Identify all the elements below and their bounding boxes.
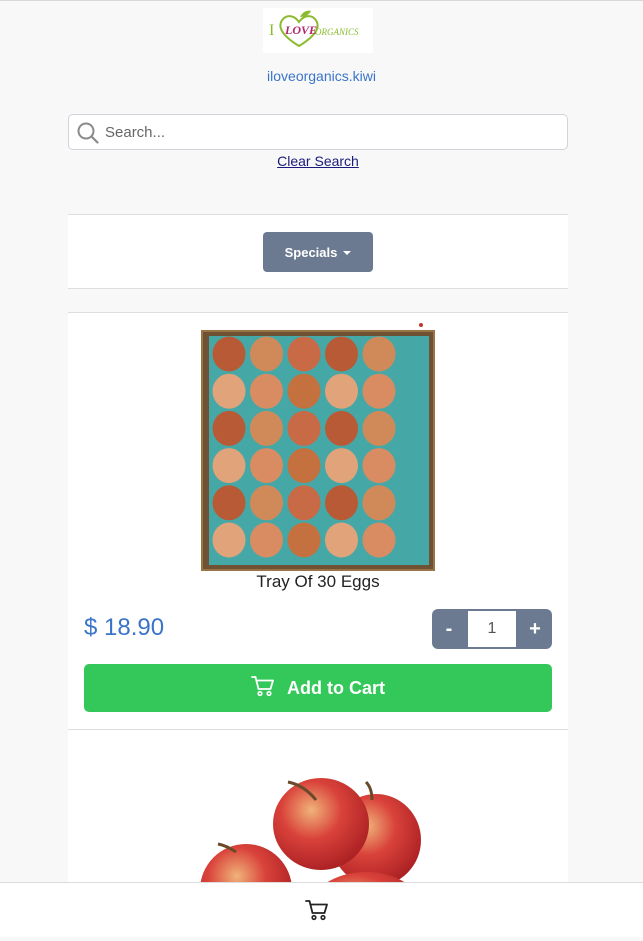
egg	[325, 373, 358, 409]
category-section: Specials	[68, 214, 568, 289]
caret-down-icon	[343, 250, 352, 255]
search-icon	[77, 122, 99, 144]
search-input[interactable]	[105, 115, 555, 149]
egg	[212, 522, 246, 558]
egg	[287, 373, 321, 409]
bottom-nav-bar	[0, 882, 643, 937]
category-dropdown-label: Specials	[284, 244, 338, 260]
egg	[212, 410, 246, 446]
category-dropdown-button[interactable]: Specials	[263, 232, 373, 272]
egg	[287, 522, 321, 558]
svg-text:I: I	[269, 22, 274, 39]
quantity-input[interactable]	[468, 611, 516, 647]
egg	[362, 522, 396, 558]
egg	[212, 485, 246, 521]
egg	[362, 410, 396, 446]
egg	[287, 410, 321, 446]
egg	[250, 448, 283, 484]
egg	[362, 373, 396, 409]
egg	[250, 485, 283, 521]
egg	[287, 485, 321, 521]
cart-icon	[251, 675, 275, 702]
svg-text:LOVE: LOVE	[284, 23, 317, 37]
egg	[287, 448, 321, 484]
egg	[325, 336, 358, 372]
egg	[325, 410, 358, 446]
egg	[362, 336, 396, 372]
indicator-dot	[419, 323, 423, 327]
quantity-stepper: - +	[432, 609, 552, 649]
egg	[250, 373, 283, 409]
egg	[325, 485, 358, 521]
quantity-increase-button[interactable]: +	[518, 609, 552, 649]
product-name: Tray Of 30 Eggs	[256, 572, 380, 591]
add-to-cart-button[interactable]: Add to Cart	[84, 664, 552, 712]
add-to-cart-label: Add to Cart	[287, 677, 385, 698]
egg	[212, 448, 246, 484]
egg	[325, 522, 358, 558]
site-link[interactable]: iloveorganics.kiwi	[0, 68, 643, 84]
product-card: Tray Of 30 Eggs $ 18.90 - + Add to Cart	[68, 312, 568, 730]
cart-icon[interactable]	[305, 899, 329, 923]
product-image-eggs[interactable]	[201, 330, 435, 571]
product-price: $ 18.90	[84, 614, 165, 641]
search-box[interactable]	[68, 114, 568, 150]
site-logo[interactable]: I LOVE ORGANICS	[263, 8, 373, 53]
quantity-decrease-button[interactable]: -	[432, 609, 466, 649]
egg	[212, 336, 246, 372]
egg	[250, 410, 283, 446]
egg	[250, 522, 283, 558]
svg-text:ORGANICS: ORGANICS	[315, 27, 359, 37]
egg	[287, 336, 321, 372]
egg	[362, 448, 396, 484]
egg	[250, 336, 283, 372]
clear-search-link[interactable]: Clear Search	[0, 153, 636, 169]
egg	[362, 485, 396, 521]
egg	[325, 448, 358, 484]
egg	[212, 373, 246, 409]
top-divider	[0, 0, 643, 1]
